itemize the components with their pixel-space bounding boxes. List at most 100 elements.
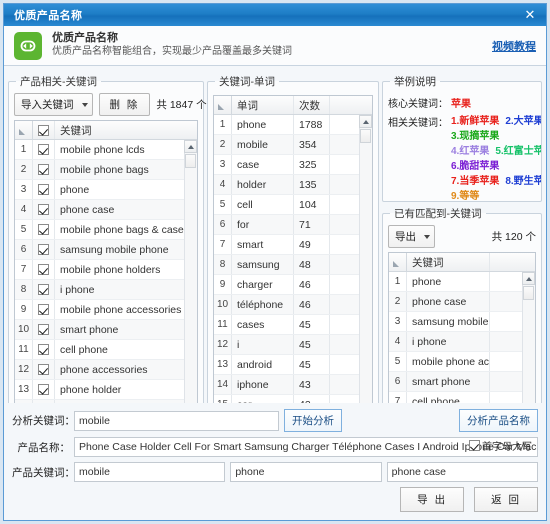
table-row[interactable]: 1 mobile phone lcds bbox=[15, 140, 197, 160]
scroll-up-icon[interactable] bbox=[359, 115, 372, 128]
table-row[interactable]: 11 cases 45 bbox=[214, 315, 372, 335]
table-row[interactable]: 14 iphone 43 bbox=[214, 375, 372, 395]
table-row[interactable]: 10 smart phone bbox=[15, 320, 197, 340]
row-checkbox[interactable] bbox=[33, 320, 55, 339]
scrollbar-thumb[interactable] bbox=[523, 286, 534, 300]
capitalize-checkbox[interactable]: 首字母大写 bbox=[469, 438, 532, 453]
related-keyword-line: 4.红苹果 5.红富士苹果 bbox=[451, 144, 541, 159]
product-keyword-input-3[interactable]: phone case bbox=[386, 462, 538, 482]
table-row[interactable]: 10 téléphone 46 bbox=[214, 295, 372, 315]
table-row[interactable]: 6 samsung mobile phone bbox=[15, 240, 197, 260]
product-keyword-input-1[interactable]: mobile bbox=[74, 462, 226, 482]
row-checkbox[interactable] bbox=[33, 160, 55, 179]
checkbox-icon bbox=[38, 184, 49, 195]
grid-corner-icon[interactable] bbox=[15, 121, 33, 139]
vertical-scrollbar[interactable] bbox=[184, 140, 197, 431]
select-all-checkbox[interactable] bbox=[33, 121, 55, 139]
row-checkbox[interactable] bbox=[33, 280, 55, 299]
analyze-product-name-button[interactable]: 分析产品名称 bbox=[459, 409, 538, 432]
scrollbar-thumb[interactable] bbox=[360, 129, 371, 143]
table-row[interactable]: 4 i phone bbox=[389, 332, 535, 352]
table-row[interactable]: 9 mobile phone accessories bbox=[15, 300, 197, 320]
table-row[interactable]: 3 phone bbox=[15, 180, 197, 200]
table-row[interactable]: 4 holder 135 bbox=[214, 175, 372, 195]
video-tutorial-link[interactable]: 视频教程 bbox=[492, 38, 536, 54]
core-keyword-label: 核心关键词： bbox=[388, 99, 448, 110]
table-row[interactable]: 5 mobile phone accessories bbox=[389, 352, 535, 372]
row-checkbox[interactable] bbox=[33, 360, 55, 379]
row-number: 7 bbox=[214, 235, 232, 254]
row-checkbox[interactable] bbox=[33, 200, 55, 219]
table-row[interactable]: 13 phone holder bbox=[15, 380, 197, 400]
example-core-row: 核心关键词： 苹果 bbox=[388, 93, 541, 112]
dialog-window: 优质产品名称 ✕ 优质产品名称 优质产品名称智能组合，实现最少产品覆盖最多关键词… bbox=[3, 3, 547, 521]
table-row[interactable]: 2 phone case bbox=[389, 292, 535, 312]
grid-body[interactable]: 1 phone 1788 2 mobile 354 3 case 325 4 holder 135 5 c… bbox=[214, 115, 372, 431]
table-row[interactable]: 4 phone case bbox=[15, 200, 197, 220]
scroll-up-icon[interactable] bbox=[184, 140, 197, 153]
grid-corner-icon[interactable] bbox=[214, 96, 232, 114]
count-cell: 43 bbox=[294, 375, 330, 394]
count-cell: 354 bbox=[294, 135, 330, 154]
table-row[interactable]: 3 case 325 bbox=[214, 155, 372, 175]
analyze-keyword-input[interactable]: mobile bbox=[74, 410, 279, 431]
table-row[interactable]: 6 for 71 bbox=[214, 215, 372, 235]
scroll-up-icon[interactable] bbox=[522, 272, 535, 285]
row-checkbox[interactable] bbox=[33, 300, 55, 319]
table-row[interactable]: 2 mobile 354 bbox=[214, 135, 372, 155]
table-row[interactable]: 5 mobile phone bags & cases bbox=[15, 220, 197, 240]
row-checkbox[interactable] bbox=[33, 180, 55, 199]
column-header-count: 次数 bbox=[294, 96, 330, 114]
related-keyword-line: 9.等等 bbox=[451, 189, 541, 201]
row-number: 2 bbox=[389, 292, 407, 311]
row-checkbox[interactable] bbox=[33, 140, 55, 159]
table-row[interactable]: 2 mobile phone bags bbox=[15, 160, 197, 180]
table-row[interactable]: 3 samsung mobile phone bbox=[389, 312, 535, 332]
row-number: 6 bbox=[214, 215, 232, 234]
grid-corner-icon[interactable] bbox=[389, 253, 407, 271]
row-number: 6 bbox=[15, 240, 33, 259]
table-row[interactable]: 5 cell 104 bbox=[214, 195, 372, 215]
product-keywords-legend: 产品相关-关键词 bbox=[20, 76, 97, 88]
product-keyword-input-2[interactable]: phone bbox=[230, 462, 382, 482]
right-column: 举例说明 核心关键词： 苹果 相关关键词： 1.新鲜苹果 2.大苹果 3.现摘苹果 4… bbox=[382, 74, 542, 438]
table-row[interactable]: 11 cell phone bbox=[15, 340, 197, 360]
table-row[interactable]: 1 phone 1788 bbox=[214, 115, 372, 135]
table-row[interactable]: 8 samsung 48 bbox=[214, 255, 372, 275]
export-bottom-button[interactable]: 导 出 bbox=[400, 487, 465, 512]
table-row[interactable]: 12 phone accessories bbox=[15, 360, 197, 380]
table-row[interactable]: 7 smart 49 bbox=[214, 235, 372, 255]
row-number: 8 bbox=[214, 255, 232, 274]
row-checkbox[interactable] bbox=[33, 220, 55, 239]
related-keywords-label: 相关关键词： bbox=[388, 118, 448, 129]
scrollbar-thumb[interactable] bbox=[185, 154, 196, 168]
table-row[interactable]: 6 smart phone bbox=[389, 372, 535, 392]
row-checkbox[interactable] bbox=[33, 380, 55, 399]
keyword-cell: mobile phone lcds bbox=[60, 143, 145, 156]
keyword-cell: mobile phone accessories bbox=[412, 355, 489, 368]
row-number: 14 bbox=[214, 375, 232, 394]
table-row[interactable]: 8 i phone bbox=[15, 280, 197, 300]
import-keywords-button[interactable]: 导入关键词 bbox=[14, 93, 93, 116]
table-row[interactable]: 7 mobile phone holders bbox=[15, 260, 197, 280]
table-row[interactable]: 1 phone bbox=[389, 272, 535, 292]
grid-body[interactable]: 1 mobile phone lcds 2 mobile phone bags 3 pho… bbox=[15, 140, 197, 417]
table-row[interactable]: 13 android 45 bbox=[214, 355, 372, 375]
row-number: 10 bbox=[15, 320, 33, 339]
row-checkbox[interactable] bbox=[33, 240, 55, 259]
keyword-cell: phone case bbox=[60, 203, 115, 216]
back-button[interactable]: 返 回 bbox=[474, 487, 538, 512]
vertical-scrollbar[interactable] bbox=[359, 115, 372, 431]
start-analysis-button[interactable]: 开始分析 bbox=[284, 409, 342, 432]
delete-button[interactable]: 删 除 bbox=[98, 93, 151, 116]
table-row[interactable]: 9 charger 46 bbox=[214, 275, 372, 295]
export-button[interactable]: 导出 bbox=[388, 225, 435, 248]
row-number: 12 bbox=[15, 360, 33, 379]
table-row[interactable]: 12 i 45 bbox=[214, 335, 372, 355]
row-number: 6 bbox=[389, 372, 407, 391]
row-checkbox[interactable] bbox=[33, 340, 55, 359]
row-checkbox[interactable] bbox=[33, 260, 55, 279]
checkbox-icon bbox=[38, 224, 49, 235]
close-icon[interactable]: ✕ bbox=[520, 6, 540, 24]
checkbox-icon bbox=[38, 344, 49, 355]
